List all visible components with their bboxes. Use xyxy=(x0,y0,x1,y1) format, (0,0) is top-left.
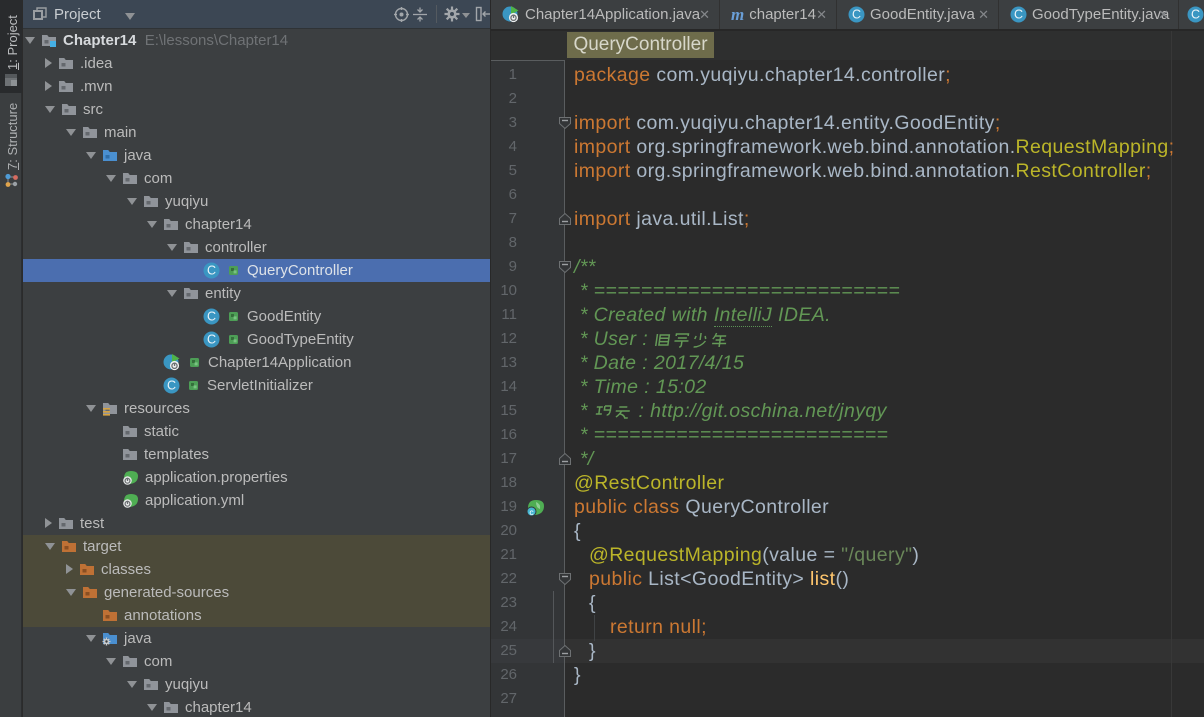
svg-text:C: C xyxy=(167,378,176,392)
svg-text:C: C xyxy=(207,332,216,346)
svg-text:C: C xyxy=(1191,7,1200,21)
svg-text:C: C xyxy=(207,309,216,323)
svg-text:C: C xyxy=(207,263,216,277)
svg-text:C: C xyxy=(1014,7,1023,21)
svg-text:C: C xyxy=(852,7,861,21)
